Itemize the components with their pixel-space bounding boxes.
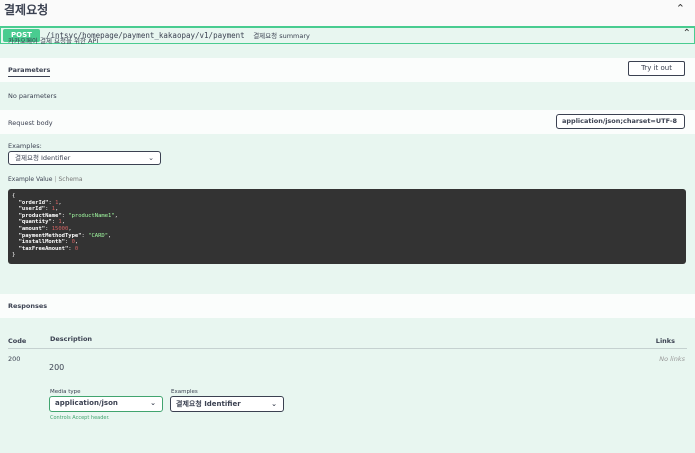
chevron-down-icon: ⌄ <box>150 399 156 407</box>
code-key: "amount" <box>18 225 46 232</box>
tab-example-value[interactable]: Example Value <box>8 176 52 183</box>
try-it-out-button[interactable]: Try it out <box>628 61 685 76</box>
response-links: No links <box>659 355 685 363</box>
chevron-down-icon: ⌄ <box>672 117 678 125</box>
code-open-brace: { <box>12 193 16 199</box>
code-key: "quantity" <box>18 219 52 226</box>
examples-label: Examples: <box>8 142 42 150</box>
content-type-value: application/json;charset=UTF-8 <box>562 117 678 125</box>
code-close-brace: } <box>12 252 16 259</box>
operation-summary[interactable]: POST /intsvc/homepage/payment_kakaopay/v… <box>0 27 695 44</box>
media-type-select[interactable]: application/json ⌄ <box>49 396 163 412</box>
code-line: "installMonth": 0, <box>18 239 79 246</box>
column-description: Description <box>50 335 93 343</box>
code-key: "userId" <box>18 206 46 213</box>
code-fields: "orderId": 1, "userId": 1, "productName"… <box>12 200 682 253</box>
code-value: 15000 <box>51 225 69 232</box>
code-key: "productName" <box>18 212 62 219</box>
parameters-header: Parameters Try it out <box>0 58 695 82</box>
code-line: "userId": 1, <box>18 206 59 213</box>
code-value: 0 <box>74 245 79 252</box>
response-code: 200 <box>8 355 21 363</box>
chevron-up-icon[interactable]: ⌃ <box>676 2 685 15</box>
tab-parameters[interactable]: Parameters <box>8 66 51 77</box>
response-description: 200 <box>49 363 65 372</box>
code-line: "paymentMethodType": "CARD", <box>18 232 112 239</box>
code-key: "paymentMethodType" <box>18 232 82 239</box>
code-line: "amount": 15000, <box>18 225 72 232</box>
media-type-hint: Controls Accept header. <box>50 415 110 421</box>
operation-description: 카카오페이 결제 요청을 위한 API <box>8 37 99 45</box>
code-line: "productName": "productName1", <box>18 212 118 219</box>
code-line: "quantity": 1, <box>18 219 65 226</box>
response-examples-label: Examples <box>171 389 198 395</box>
response-examples-select[interactable]: 결제요청 Identifier ⌄ <box>170 396 284 412</box>
chevron-down-icon: ⌄ <box>148 154 154 162</box>
responses-header: Responses <box>0 294 695 318</box>
content-type-select[interactable]: application/json;charset=UTF-8 ⌄ <box>556 114 685 129</box>
media-type-value: application/json <box>55 399 118 407</box>
operation-summary-text: 결제요청 summary <box>253 32 310 40</box>
column-links: Links <box>655 337 675 345</box>
example-tabs: Example Value | Schema <box>8 176 83 183</box>
request-body-header: Request body application/json;charset=UT… <box>0 110 695 134</box>
examples-select[interactable]: 결제요청 Identifier ⌄ <box>8 151 161 165</box>
examples-select-value: 결제요청 Identifier <box>15 154 71 162</box>
response-examples-value: 결제요청 Identifier <box>176 400 241 408</box>
column-code: Code <box>8 337 27 345</box>
divider <box>8 348 687 349</box>
request-body-label: Request body <box>8 119 53 127</box>
code-key: "taxFreeAmount" <box>18 245 69 252</box>
no-parameters-text: No parameters <box>8 92 57 100</box>
code-value: "productName1" <box>68 212 115 219</box>
chevron-down-icon: ⌄ <box>271 400 277 408</box>
responses-label: Responses <box>8 302 48 310</box>
code-line: "orderId": 1, <box>18 199 62 206</box>
code-value: "CARD" <box>88 232 109 239</box>
code-key: "installMonth" <box>18 239 65 246</box>
code-key: "orderId" <box>18 199 49 206</box>
section-header[interactable]: 결제요청 ⌃ <box>0 0 695 20</box>
tab-schema[interactable]: Schema <box>58 176 82 183</box>
section-title: 결제요청 <box>4 3 49 17</box>
example-code-block: { "orderId": 1, "userId": 1, "productNam… <box>8 189 686 264</box>
media-type-label: Media type <box>50 389 81 395</box>
chevron-up-icon[interactable]: ⌃ <box>683 28 691 39</box>
tab-separator: | <box>54 176 57 183</box>
code-line: "taxFreeAmount": 0 <box>18 245 79 252</box>
